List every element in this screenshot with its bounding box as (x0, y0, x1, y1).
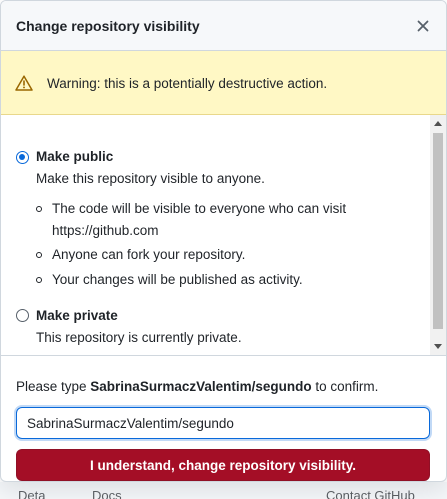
alert-icon (15, 75, 33, 91)
confirm-repo-input[interactable] (14, 405, 432, 441)
options-list: Make public Make this repository visible… (1, 115, 430, 355)
options-scrollbar[interactable] (430, 115, 446, 355)
confirm-prefix: Please type (16, 379, 91, 394)
public-bullet-text: Your changes will be published as activi… (52, 272, 303, 287)
warning-banner: Warning: this is a potentially destructi… (1, 51, 446, 115)
dialog-header: Change repository visibility (1, 1, 446, 51)
confirm-repo-name: SabrinaSurmaczValentim/segundo (90, 379, 312, 394)
make-public-description: Make this repository visible to anyone. (36, 171, 265, 186)
footer-link-fragment: Docs (92, 488, 122, 499)
footer-link-fragment: Contact GitHub (326, 488, 415, 499)
background-page-footer: Deta Docs Contact GitHub (0, 482, 447, 499)
bullet-icon (36, 206, 42, 212)
public-bullet-text: https://github.com (52, 223, 159, 238)
make-private-description: This repository is currently private. (36, 330, 242, 345)
dialog-title: Change repository visibility (16, 18, 200, 34)
confirm-suffix: to confirm. (311, 379, 379, 394)
scroll-down-arrow-icon[interactable] (434, 344, 442, 349)
scrollbar-thumb[interactable] (433, 133, 443, 329)
change-visibility-button[interactable]: I understand, change repository visibili… (16, 449, 430, 481)
confirm-instruction: Please type SabrinaSurmaczValentim/segun… (16, 379, 378, 394)
close-icon (417, 20, 429, 32)
public-bullet-text: The code will be visible to everyone who… (52, 201, 347, 216)
visibility-dialog: Change repository visibility Warning: th… (0, 0, 447, 482)
bullet-icon (36, 277, 42, 283)
footer-link-fragment: Deta (18, 488, 46, 499)
make-private-label[interactable]: Make private (36, 308, 118, 323)
warning-text: Warning: this is a potentially destructi… (47, 76, 328, 91)
close-button[interactable] (412, 15, 434, 37)
scroll-up-arrow-icon[interactable] (434, 121, 442, 126)
make-public-label[interactable]: Make public (36, 149, 113, 164)
public-bullet-text: Anyone can fork your repository. (52, 247, 246, 262)
make-public-radio[interactable] (16, 151, 29, 164)
bullet-icon (36, 252, 42, 258)
make-private-radio[interactable] (16, 309, 29, 322)
options-scroll-area[interactable]: Make public Make this repository visible… (1, 115, 446, 356)
